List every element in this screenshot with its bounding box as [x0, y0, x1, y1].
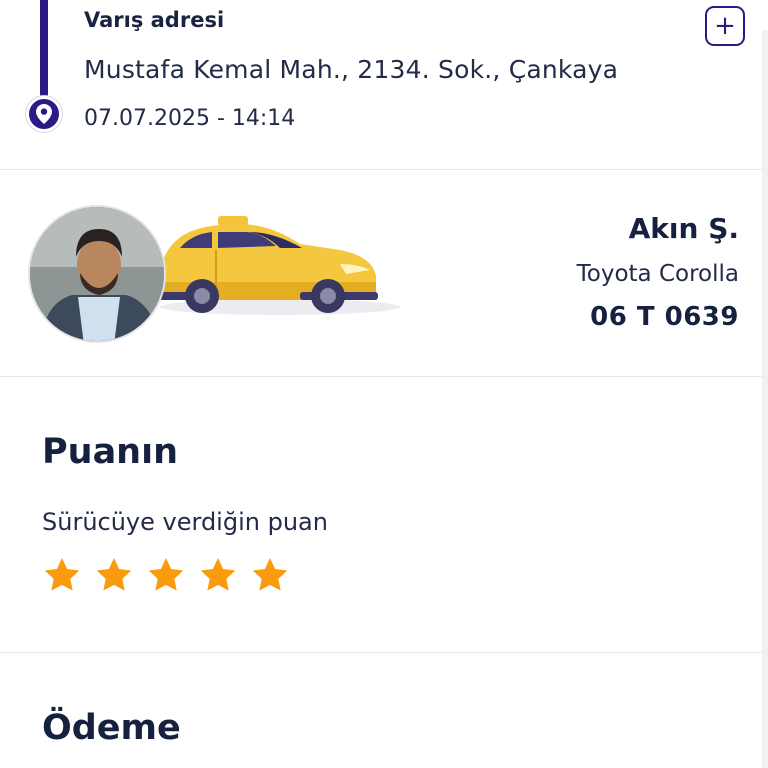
divider	[0, 652, 768, 653]
add-stop-button[interactable]: +	[705, 6, 745, 46]
star-icon[interactable]	[146, 555, 186, 595]
taxi-car-icon	[150, 212, 410, 326]
divider	[0, 376, 768, 377]
rating-subtitle: Sürücüye verdiğin puan	[42, 508, 328, 536]
destination-address: Mustafa Kemal Mah., 2134. Sok., Çankaya	[84, 55, 619, 84]
star-icon[interactable]	[94, 555, 134, 595]
payment-title: Ödeme	[42, 708, 181, 748]
driver-car-model: Toyota Corolla	[576, 261, 739, 287]
scrollbar[interactable]	[762, 30, 768, 768]
star-icon[interactable]	[42, 555, 82, 595]
location-pin-icon	[26, 96, 62, 132]
driver-avatar	[28, 205, 166, 343]
destination-datetime: 07.07.2025 - 14:14	[84, 106, 296, 131]
driver-name: Akın Ş.	[628, 212, 739, 245]
plus-icon: +	[714, 11, 736, 41]
driver-plate: 06 T 0639	[590, 302, 739, 332]
star-icon[interactable]	[198, 555, 238, 595]
rating-title: Puanın	[42, 432, 179, 472]
route-line	[40, 0, 48, 98]
rating-stars[interactable]	[42, 555, 290, 595]
destination-section: Varış adresi Mustafa Kemal Mah., 2134. S…	[0, 0, 768, 170]
star-icon[interactable]	[250, 555, 290, 595]
destination-label: Varış adresi	[84, 8, 225, 32]
